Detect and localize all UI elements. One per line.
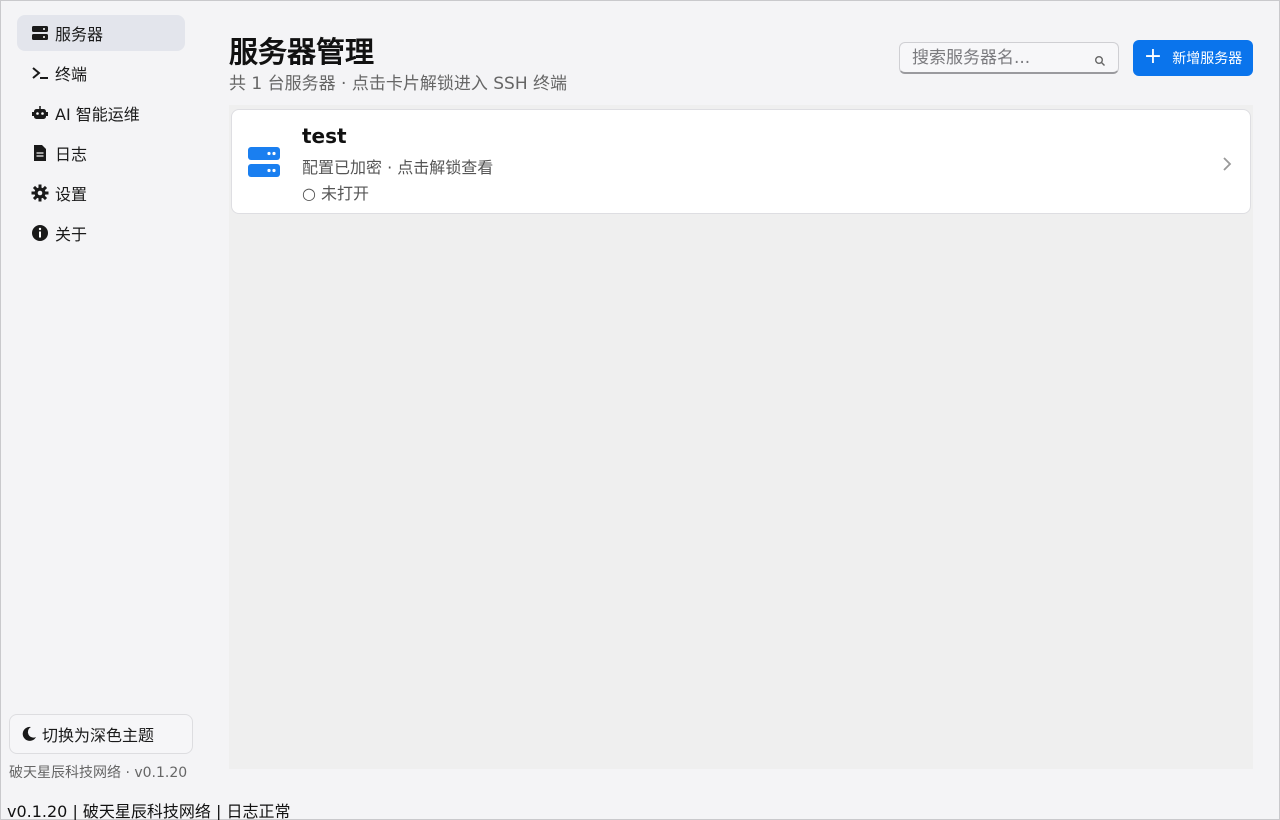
file-icon [31, 144, 49, 162]
terminal-icon [31, 64, 49, 82]
theme-toggle-label: 切换为深色主题 [42, 726, 155, 745]
plus-icon: + [1143, 44, 1163, 69]
sidebar-nav: 服务器 终端 AI 智能运维 日志 设置 关于 [17, 15, 185, 255]
sidebar: 服务器 终端 AI 智能运维 日志 设置 关于 切换为深色主题 破天星辰科技网络… [1, 1, 201, 791]
add-server-label: 新增服务器 [1172, 51, 1243, 67]
server-description: 配置已加密 · 点击解锁查看 [302, 158, 494, 177]
sidebar-item-label: 日志 [55, 145, 88, 164]
sidebar-item-label: 服务器 [55, 25, 104, 44]
add-server-button[interactable]: + 新增服务器 [1133, 40, 1253, 76]
sidebar-item-servers[interactable]: 服务器 [17, 15, 185, 51]
sidebar-item-label: 关于 [55, 225, 88, 244]
sidebar-item-settings[interactable]: 设置 [17, 175, 185, 211]
server-status: ○ 未打开 [302, 184, 370, 203]
sidebar-item-about[interactable]: 关于 [17, 215, 185, 251]
server-card[interactable]: test 配置已加密 · 点击解锁查看 ○ 未打开 [231, 109, 1251, 214]
gear-icon [31, 184, 49, 202]
moon-icon [20, 725, 38, 743]
info-icon [31, 224, 49, 242]
server-name: test [302, 124, 347, 148]
robot-icon [31, 104, 49, 122]
search-box [899, 42, 1119, 74]
page-title: 服务器管理 [229, 35, 375, 69]
brand-version: 破天星辰科技网络 · v0.1.20 [9, 765, 188, 781]
page-subtitle: 共 1 台服务器 · 点击卡片解锁进入 SSH 终端 [229, 74, 568, 94]
server-icon [248, 145, 280, 179]
search-icon[interactable] [1094, 52, 1106, 66]
sidebar-item-terminal[interactable]: 终端 [17, 55, 185, 91]
server-icon [31, 24, 49, 42]
sidebar-item-label: AI 智能运维 [55, 105, 140, 124]
sidebar-item-label: 终端 [55, 65, 88, 84]
status-bar: v0.1.20 | 破天星辰科技网络 | 日志正常 [7, 802, 291, 820]
sidebar-item-ai-ops[interactable]: AI 智能运维 [17, 95, 185, 131]
chevron-right-icon [1222, 156, 1232, 172]
theme-toggle-button[interactable]: 切换为深色主题 [9, 714, 193, 754]
app-window: 服务器 终端 AI 智能运维 日志 设置 关于 切换为深色主题 破天星辰科技网络… [0, 0, 1280, 820]
search-input[interactable] [900, 43, 1118, 72]
sidebar-item-logs[interactable]: 日志 [17, 135, 185, 171]
sidebar-item-label: 设置 [55, 185, 88, 204]
